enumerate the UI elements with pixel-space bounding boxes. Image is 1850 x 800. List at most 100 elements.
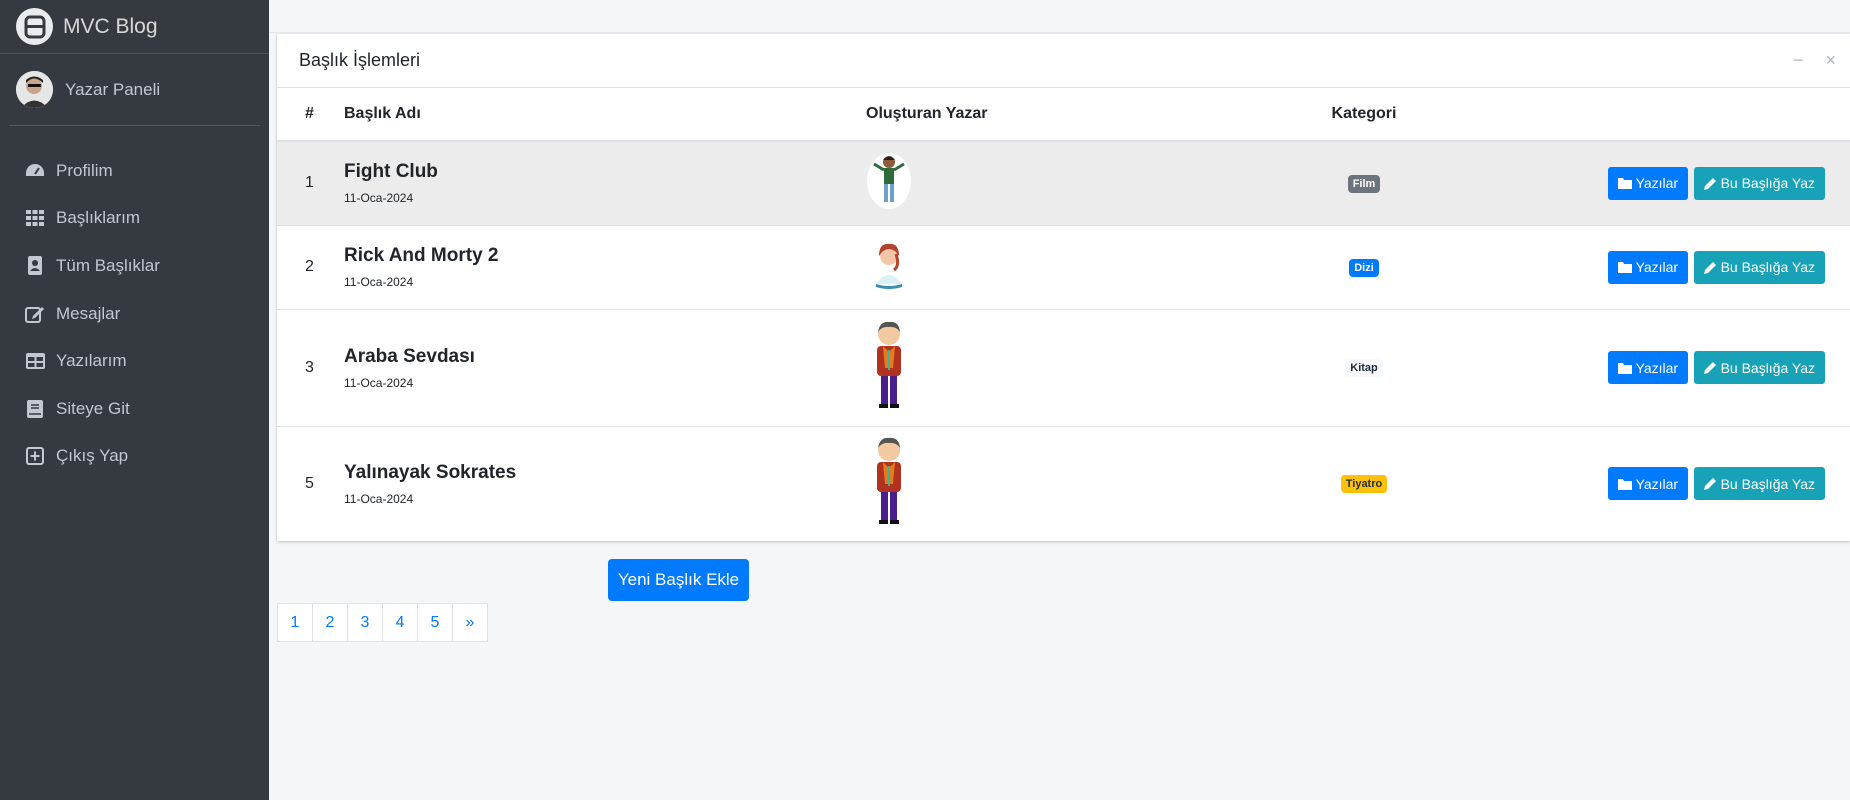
- row-title-cell: Fight Club 11-Oca-2024: [344, 140, 864, 225]
- plus-square-icon: [24, 446, 46, 466]
- sidebar-item-label: Siteye Git: [56, 398, 130, 418]
- man-avatar-icon: [866, 436, 912, 531]
- user-avatar: [16, 71, 53, 108]
- pencil-icon: [1703, 477, 1717, 491]
- table-row: 1 Fight Club 11-Oca-2024 Film Yazılar Bu…: [277, 140, 1850, 225]
- category-badge: Kitap: [1345, 359, 1383, 377]
- row-author-cell: [864, 425, 1264, 541]
- row-title: Rick And Morty 2: [344, 245, 499, 266]
- sidebar-nav: Profilim Başlıklarım Tüm Başlıklar Mesaj…: [0, 147, 269, 480]
- row-actions-cell: Yazılar Bu Başlığa Yaz: [1464, 140, 1850, 225]
- write-button[interactable]: Bu Başlığa Yaz: [1693, 166, 1825, 200]
- row-date: 11-Oca-2024: [344, 275, 414, 289]
- write-button-label: Bu Başlığa Yaz: [1720, 359, 1815, 376]
- titles-card: Başlık İşlemleri − × # Başlık Adı Oluştu…: [277, 34, 1850, 541]
- table-row: 3 Araba Sevdası 11-Oca-2024 Kitap Yazıla…: [277, 308, 1850, 426]
- column-header-category: Kategori: [1264, 88, 1464, 142]
- sidebar-item-mesajlar[interactable]: Mesajlar: [0, 290, 269, 338]
- row-title-cell: Araba Sevdası 11-Oca-2024: [344, 308, 864, 426]
- page-link-5[interactable]: 5: [417, 603, 453, 642]
- table-header-row: # Başlık Adı Oluşturan Yazar Kategori: [277, 88, 1850, 142]
- page-link-3[interactable]: 3: [347, 603, 383, 642]
- write-button-label: Bu Başlığa Yaz: [1720, 175, 1815, 192]
- titles-table: # Başlık Adı Oluşturan Yazar Kategori 1 …: [277, 88, 1850, 541]
- close-icon[interactable]: ×: [1825, 50, 1836, 70]
- posts-button[interactable]: Yazılar: [1607, 467, 1689, 501]
- row-date: 11-Oca-2024: [344, 491, 414, 506]
- sidebar-item-siteye-git[interactable]: Siteye Git: [0, 385, 269, 433]
- row-number: 1: [277, 140, 344, 225]
- row-author-cell: [864, 224, 1264, 309]
- row-actions-cell: Yazılar Bu Başlığa Yaz: [1464, 425, 1850, 541]
- pencil-icon: [1703, 361, 1717, 374]
- folder-icon: [1617, 177, 1632, 190]
- write-button[interactable]: Bu Başlığa Yaz: [1693, 467, 1825, 501]
- row-number: 2: [277, 224, 344, 309]
- add-title-button[interactable]: Yeni Başlık Ekle: [608, 559, 749, 601]
- row-author-cell: [864, 308, 1264, 426]
- row-author-cell: [864, 140, 1264, 225]
- grid-icon: [24, 208, 46, 228]
- address-book-icon: [24, 256, 46, 276]
- book-icon: [24, 399, 46, 419]
- sidebar-item-tum-basliklar[interactable]: Tüm Başlıklar: [0, 242, 269, 290]
- column-header-title: Başlık Adı: [344, 88, 864, 142]
- write-button[interactable]: Bu Başlığa Yaz: [1693, 250, 1825, 284]
- page-link-2[interactable]: 2: [312, 603, 348, 642]
- user-panel[interactable]: Yazar Paneli: [9, 54, 260, 126]
- sidebar-item-label: Mesajlar: [56, 303, 121, 323]
- column-header-number: #: [277, 88, 344, 142]
- tachometer-icon: [24, 161, 46, 181]
- edit-icon: [24, 304, 46, 324]
- row-date: 11-Oca-2024: [344, 191, 414, 206]
- card-title: Başlık İşlemleri: [299, 50, 421, 70]
- posts-button-label: Yazılar: [1635, 359, 1679, 376]
- posts-button-label: Yazılar: [1635, 475, 1679, 492]
- sidebar-item-cikis-yap[interactable]: Çıkış Yap: [0, 433, 269, 481]
- boy-avatar-icon: [866, 152, 912, 215]
- posts-button[interactable]: Yazılar: [1607, 166, 1689, 200]
- table-row: 2 Rick And Morty 2 11-Oca-2024 Dizi Yazı…: [277, 224, 1850, 309]
- minimize-icon[interactable]: −: [1793, 50, 1804, 70]
- pagination: 1 2 3 4 5 »: [277, 603, 488, 642]
- row-number: 5: [277, 425, 344, 541]
- category-badge: Tiyatro: [1340, 475, 1388, 494]
- posts-button[interactable]: Yazılar: [1607, 351, 1689, 384]
- sidebar-item-label: Profilim: [56, 160, 113, 180]
- row-date: 11-Oca-2024: [344, 375, 414, 390]
- column-header-author: Oluşturan Yazar: [864, 88, 1264, 142]
- brand-text: MVC Blog: [63, 14, 158, 38]
- category-badge: Film: [1347, 174, 1381, 193]
- user-name: Yazar Paneli: [65, 79, 161, 99]
- sidebar-item-label: Tüm Başlıklar: [56, 255, 160, 275]
- table-row: 5 Yalınayak Sokrates 11-Oca-2024 Tiyatro: [277, 425, 1850, 541]
- sidebar-item-label: Yazılarım: [56, 351, 127, 371]
- man-avatar-icon: [866, 320, 912, 415]
- page-link-4[interactable]: 4: [382, 603, 418, 642]
- sidebar-item-label: Başlıklarım: [56, 208, 141, 228]
- row-title-cell: Yalınayak Sokrates 11-Oca-2024: [344, 425, 864, 541]
- pencil-icon: [1703, 261, 1717, 274]
- brand-link[interactable]: MVC Blog: [0, 0, 269, 54]
- posts-button[interactable]: Yazılar: [1607, 250, 1689, 284]
- column-header-actions: [1464, 88, 1850, 142]
- row-title: Fight Club: [344, 161, 438, 183]
- write-button[interactable]: Bu Başlığa Yaz: [1693, 351, 1825, 384]
- page-link-next[interactable]: »: [452, 603, 488, 642]
- sidebar-item-yazilarim[interactable]: Yazılarım: [0, 337, 269, 385]
- row-category-cell: Tiyatro: [1264, 425, 1464, 541]
- page-link-1[interactable]: 1: [277, 603, 313, 642]
- row-category-cell: Kitap: [1264, 308, 1464, 426]
- sidebar-item-profilim[interactable]: Profilim: [0, 147, 269, 195]
- row-category-cell: Film: [1264, 140, 1464, 225]
- folder-icon: [1617, 362, 1632, 374]
- top-navbar: [269, 0, 1850, 33]
- row-number: 3: [277, 308, 344, 426]
- row-actions-cell: Yazılar Bu Başlığa Yaz: [1464, 308, 1850, 426]
- sidebar-item-label: Çıkış Yap: [56, 446, 129, 466]
- sidebar: MVC Blog Yazar Paneli Profilim Başlıklar…: [0, 0, 269, 800]
- row-title-cell: Rick And Morty 2 11-Oca-2024: [344, 224, 864, 309]
- folder-icon: [1617, 261, 1632, 273]
- row-title: Yalınayak Sokrates: [344, 461, 517, 483]
- sidebar-item-basliklarim[interactable]: Başlıklarım: [0, 195, 269, 243]
